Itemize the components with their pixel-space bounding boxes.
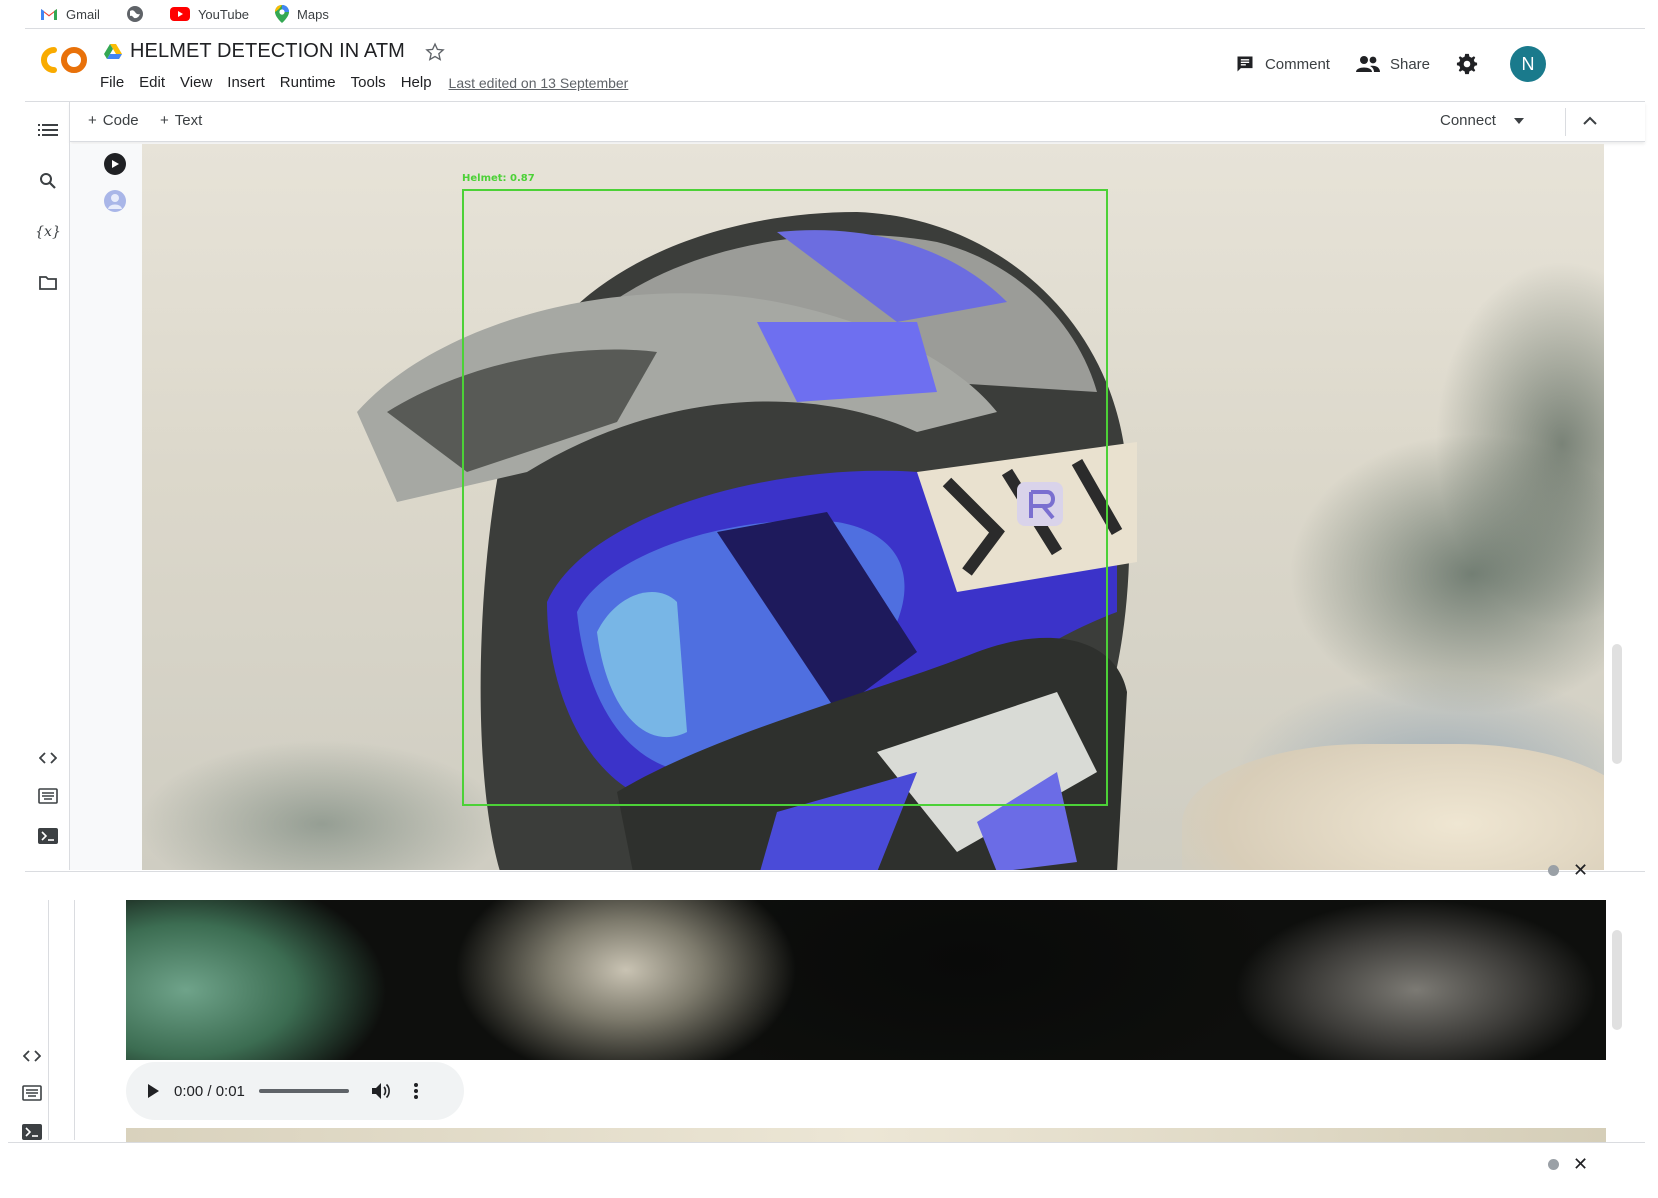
globe-icon bbox=[126, 6, 143, 22]
menu-edit[interactable]: Edit bbox=[139, 74, 165, 91]
cell-executor-avatar bbox=[104, 190, 126, 212]
search-icon[interactable] bbox=[37, 170, 59, 192]
menu-help[interactable]: Help bbox=[401, 74, 432, 91]
rider-shoulder bbox=[1182, 744, 1604, 870]
play-icon bbox=[112, 160, 119, 168]
drive-icon[interactable] bbox=[104, 43, 122, 60]
close-icon[interactable]: ✕ bbox=[1573, 1154, 1588, 1175]
code-snippets-icon[interactable] bbox=[20, 1045, 44, 1067]
detection-label: Helmet: 0.87 bbox=[462, 173, 535, 184]
more-vert-icon[interactable] bbox=[413, 1082, 419, 1100]
divider bbox=[74, 900, 75, 1140]
bookmark-label: YouTube bbox=[197, 6, 250, 22]
code-snippets-icon[interactable] bbox=[37, 747, 59, 769]
share-label: Share bbox=[1389, 55, 1430, 73]
video-frame[interactable] bbox=[126, 900, 1606, 1060]
scrollbar[interactable] bbox=[1612, 644, 1622, 764]
output-controls: ✕ bbox=[1548, 860, 1588, 881]
maps-icon bbox=[275, 5, 290, 23]
terminal-icon[interactable] bbox=[20, 1121, 44, 1143]
add-text-label: Text bbox=[174, 112, 203, 129]
comment-button[interactable]: Comment bbox=[1235, 54, 1330, 74]
colab-logo[interactable] bbox=[40, 44, 88, 76]
menu-file[interactable]: File bbox=[100, 74, 124, 91]
bookmark-gmail[interactable]: Gmail bbox=[40, 7, 100, 22]
next-output-image bbox=[126, 1128, 1606, 1142]
output-controls: ✕ bbox=[1548, 1154, 1588, 1175]
command-palette-icon[interactable] bbox=[20, 1082, 44, 1104]
notebook-toolbar: + Code + Text Connect bbox=[70, 102, 1645, 142]
title-row: HELMET DETECTION IN ATM bbox=[104, 40, 445, 63]
gmail-icon bbox=[41, 9, 57, 20]
run-cell-button[interactable] bbox=[104, 153, 126, 175]
youtube-icon bbox=[169, 7, 190, 21]
divider bbox=[8, 1142, 1645, 1143]
plus-icon: + bbox=[160, 112, 169, 129]
bookmark-label: Gmail bbox=[66, 6, 100, 22]
menu-view[interactable]: View bbox=[180, 74, 212, 91]
comment-label: Comment bbox=[1264, 55, 1330, 73]
menu-tools[interactable]: Tools bbox=[351, 74, 386, 91]
terminal-icon[interactable] bbox=[37, 825, 59, 847]
caret-down-icon bbox=[1513, 117, 1524, 124]
people-icon bbox=[1355, 56, 1380, 72]
detection-bounding-box bbox=[462, 189, 1108, 806]
audio-time: 0:00 / 0:01 bbox=[174, 1082, 245, 1100]
star-icon[interactable] bbox=[425, 41, 445, 62]
menu-runtime[interactable]: Runtime bbox=[280, 74, 336, 91]
cell-gutter bbox=[70, 144, 142, 870]
volume-icon[interactable] bbox=[371, 1082, 391, 1100]
connect-label: Connect bbox=[1440, 112, 1496, 129]
gear-icon[interactable] bbox=[1456, 53, 1478, 75]
divider bbox=[25, 28, 1645, 29]
output-image: Helmet: 0.87 bbox=[142, 144, 1604, 870]
chevron-up-icon[interactable] bbox=[1583, 116, 1597, 126]
notebook-title[interactable]: HELMET DETECTION IN ATM bbox=[130, 40, 405, 63]
output-status-dot bbox=[1548, 1159, 1559, 1170]
audio-player[interactable]: 0:00 / 0:01 bbox=[126, 1062, 464, 1120]
toc-icon[interactable] bbox=[37, 120, 59, 142]
comment-icon bbox=[1237, 56, 1253, 72]
divider bbox=[1565, 108, 1566, 136]
menu-bar: File Edit View Insert Runtime Tools Help… bbox=[100, 74, 628, 91]
connect-button[interactable]: Connect bbox=[1440, 112, 1524, 129]
divider bbox=[25, 871, 1645, 872]
variables-icon[interactable]: {x} bbox=[35, 221, 61, 243]
menu-insert[interactable]: Insert bbox=[227, 74, 265, 91]
folder-icon[interactable] bbox=[37, 272, 59, 294]
add-text-button[interactable]: + Text bbox=[160, 112, 202, 129]
bookmarks-bar: Gmail YouTube Maps bbox=[0, 0, 1658, 28]
plus-icon: + bbox=[88, 112, 97, 129]
play-icon[interactable] bbox=[146, 1083, 160, 1099]
share-button[interactable]: Share bbox=[1355, 55, 1430, 73]
add-code-label: Code bbox=[102, 112, 139, 129]
command-palette-icon[interactable] bbox=[37, 785, 59, 807]
left-sidebar: {x} bbox=[25, 102, 70, 870]
audio-progress-track[interactable] bbox=[258, 1089, 349, 1093]
output-status-dot bbox=[1548, 865, 1559, 876]
bookmark-youtube[interactable]: YouTube bbox=[169, 6, 250, 22]
add-code-button[interactable]: + Code bbox=[88, 112, 139, 129]
bookmark-maps[interactable]: Maps bbox=[275, 5, 329, 23]
bookmark-label: Maps bbox=[297, 6, 329, 22]
scrollbar[interactable] bbox=[1612, 930, 1622, 1030]
bookmark-globe[interactable] bbox=[126, 5, 144, 23]
close-icon[interactable]: ✕ bbox=[1573, 860, 1588, 881]
divider bbox=[48, 900, 49, 1140]
header-actions: Comment Share N bbox=[1235, 46, 1546, 82]
last-edited-link[interactable]: Last edited on 13 September bbox=[449, 75, 629, 91]
avatar[interactable]: N bbox=[1510, 46, 1546, 82]
